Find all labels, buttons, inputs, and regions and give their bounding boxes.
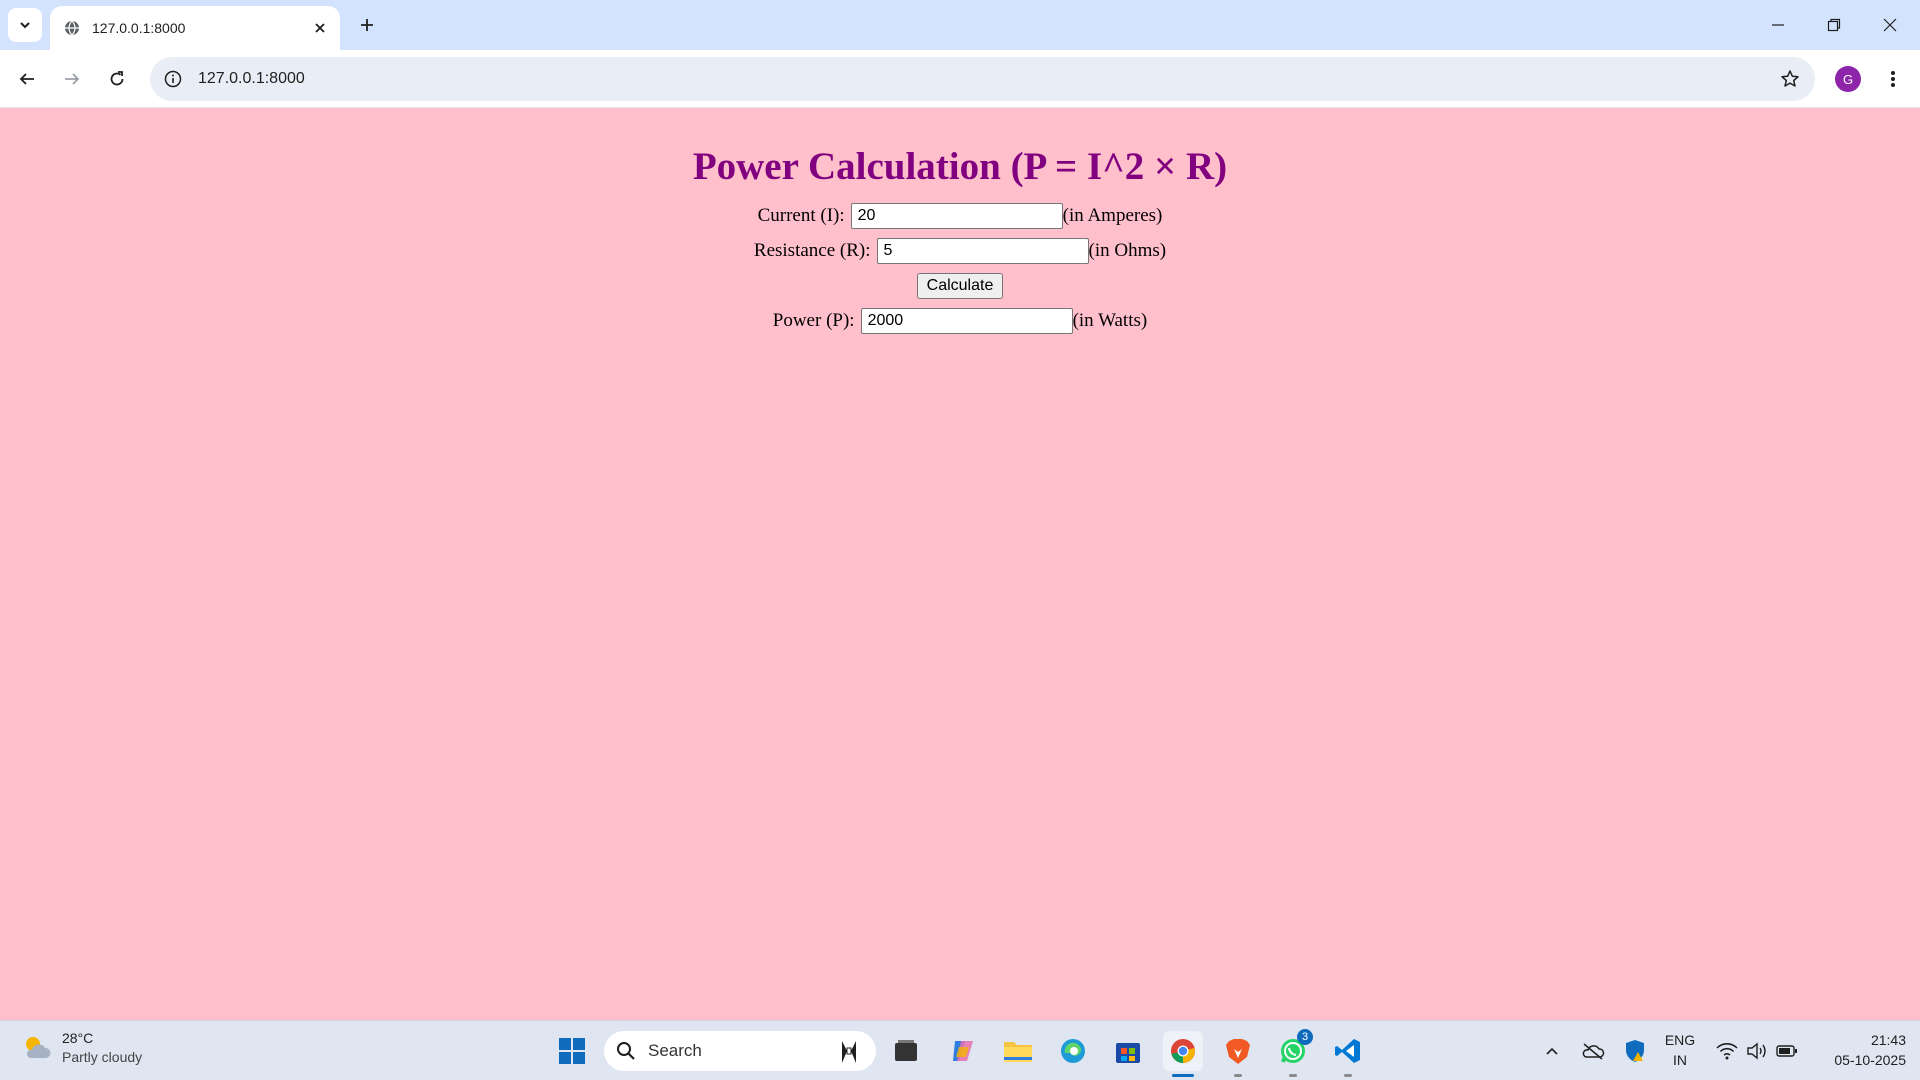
address-bar[interactable]: 127.0.0.1:8000 <box>150 57 1815 101</box>
edge-button[interactable] <box>1053 1031 1093 1071</box>
taskbar: 28°C Partly cloudy Search 3 ENG IN 21:43… <box>0 1020 1920 1080</box>
clock-date: 05-10-2025 <box>1834 1052 1906 1068</box>
search-icon <box>617 1042 635 1060</box>
clock-time: 21:43 <box>1870 1032 1906 1048</box>
region-code: IN <box>1673 1052 1687 1068</box>
page-title: Power Calculation (P = I^2 × R) <box>692 145 1228 188</box>
current-row: Current (I): (in Amperes) <box>0 198 1920 233</box>
star-icon <box>1781 70 1799 87</box>
folder-icon <box>1004 1042 1032 1062</box>
task-view-button[interactable] <box>886 1031 926 1071</box>
chrome-icon <box>1171 1039 1195 1063</box>
running-app-indicator <box>1234 1074 1242 1077</box>
more-vertical-icon <box>1891 71 1895 87</box>
globe-icon <box>65 20 79 36</box>
arrow-right-icon <box>65 73 80 85</box>
power-row: Power (P): (in Watts) <box>0 303 1920 338</box>
running-app-indicator <box>1344 1074 1352 1077</box>
volume-button[interactable] <box>1742 1031 1772 1071</box>
microsoft-store-button[interactable] <box>1108 1031 1148 1071</box>
vscode-icon <box>1335 1039 1360 1063</box>
close-icon <box>1883 18 1897 32</box>
wifi-icon <box>1716 1043 1738 1060</box>
power-form: Current (I): (in Amperes) Resistance (R)… <box>0 198 1920 338</box>
forward-button[interactable] <box>55 62 89 96</box>
current-input[interactable] <box>850 202 1063 229</box>
site-info-icon[interactable] <box>162 68 184 90</box>
notification-badge: 3 <box>1297 1029 1313 1045</box>
edge-icon <box>1061 1039 1085 1063</box>
browser-menu-button[interactable] <box>1876 62 1910 96</box>
current-label: Current (I): <box>757 204 845 226</box>
search-highlight-icon <box>842 1041 856 1063</box>
language-indicator[interactable]: ENG IN <box>1660 1030 1700 1070</box>
show-hidden-icons-button[interactable] <box>1538 1031 1566 1071</box>
language-code: ENG <box>1664 1032 1696 1048</box>
plus-icon <box>361 19 373 31</box>
running-app-indicator <box>1289 1074 1297 1077</box>
file-explorer-button[interactable] <box>998 1031 1038 1071</box>
brave-lion-icon <box>1226 1039 1250 1064</box>
calculate-button[interactable]: Calculate <box>916 272 1004 299</box>
search-placeholder: Search <box>648 1041 702 1060</box>
task-view-icon <box>895 1040 917 1061</box>
onedrive-button[interactable] <box>1578 1031 1608 1071</box>
power-label: Power (P): <box>772 309 855 331</box>
current-unit: (in Amperes) <box>1062 204 1163 226</box>
speaker-icon <box>1747 1042 1766 1060</box>
close-window-button[interactable] <box>1862 0 1918 50</box>
resistance-input[interactable] <box>876 237 1089 264</box>
chevron-down-icon <box>20 22 30 29</box>
weather-temperature: 28°C <box>62 1030 94 1046</box>
whatsapp-button[interactable]: 3 <box>1273 1029 1313 1077</box>
battery-icon <box>1776 1045 1797 1057</box>
taskbar-search[interactable]: Search <box>604 1031 876 1071</box>
shield-warning-icon <box>1626 1040 1644 1062</box>
minimize-button[interactable] <box>1750 0 1806 50</box>
close-icon <box>315 23 325 33</box>
new-tab-button[interactable] <box>352 10 382 40</box>
brave-button[interactable] <box>1218 1031 1258 1077</box>
browser-tab[interactable]: 127.0.0.1:8000 <box>50 6 340 50</box>
minimize-icon <box>1772 24 1784 26</box>
weather-description: Partly cloudy <box>62 1049 143 1065</box>
security-button[interactable] <box>1620 1031 1650 1071</box>
chevron-up-icon <box>1546 1047 1558 1055</box>
browser-toolbar: 127.0.0.1:8000 G <box>0 50 1920 108</box>
resistance-row: Resistance (R): (in Ohms) <box>0 233 1920 268</box>
weather-widget[interactable]: 28°C Partly cloudy <box>20 1029 142 1067</box>
url-text: 127.0.0.1:8000 <box>198 70 305 87</box>
reload-button[interactable] <box>100 62 134 96</box>
chrome-button[interactable] <box>1163 1031 1203 1077</box>
battery-button[interactable] <box>1772 1031 1802 1071</box>
vscode-button[interactable] <box>1328 1031 1368 1077</box>
start-button[interactable] <box>552 1031 592 1071</box>
copilot-button[interactable] <box>943 1031 983 1071</box>
power-unit: (in Watts) <box>1072 309 1148 331</box>
profile-avatar[interactable]: G <box>1835 66 1861 92</box>
resistance-label: Resistance (R): <box>753 239 871 261</box>
cloud-offline-icon <box>1582 1043 1605 1060</box>
copilot-icon <box>953 1041 973 1061</box>
reload-icon <box>110 71 124 86</box>
store-icon <box>1116 1043 1140 1063</box>
power-output[interactable] <box>860 307 1073 334</box>
windows-icon <box>559 1038 585 1064</box>
tab-title: 127.0.0.1:8000 <box>92 20 186 36</box>
bookmark-star-button[interactable] <box>1773 62 1807 96</box>
restore-button[interactable] <box>1806 0 1862 50</box>
tab-search-button[interactable] <box>8 8 42 42</box>
resistance-unit: (in Ohms) <box>1088 239 1167 261</box>
clock[interactable]: 21:43 05-10-2025 <box>1810 1030 1906 1070</box>
back-button[interactable] <box>10 62 44 96</box>
restore-icon <box>1827 18 1841 32</box>
tab-strip: 127.0.0.1:8000 <box>0 0 1920 50</box>
active-app-indicator <box>1172 1074 1194 1077</box>
partly-cloudy-icon <box>26 1037 51 1058</box>
arrow-left-icon <box>19 73 34 85</box>
tab-close-button[interactable] <box>310 18 330 38</box>
calculate-row: Calculate <box>0 268 1920 303</box>
page-viewport: Power Calculation (P = I^2 × R) Current … <box>0 108 1920 1020</box>
wifi-button[interactable] <box>1712 1031 1742 1071</box>
